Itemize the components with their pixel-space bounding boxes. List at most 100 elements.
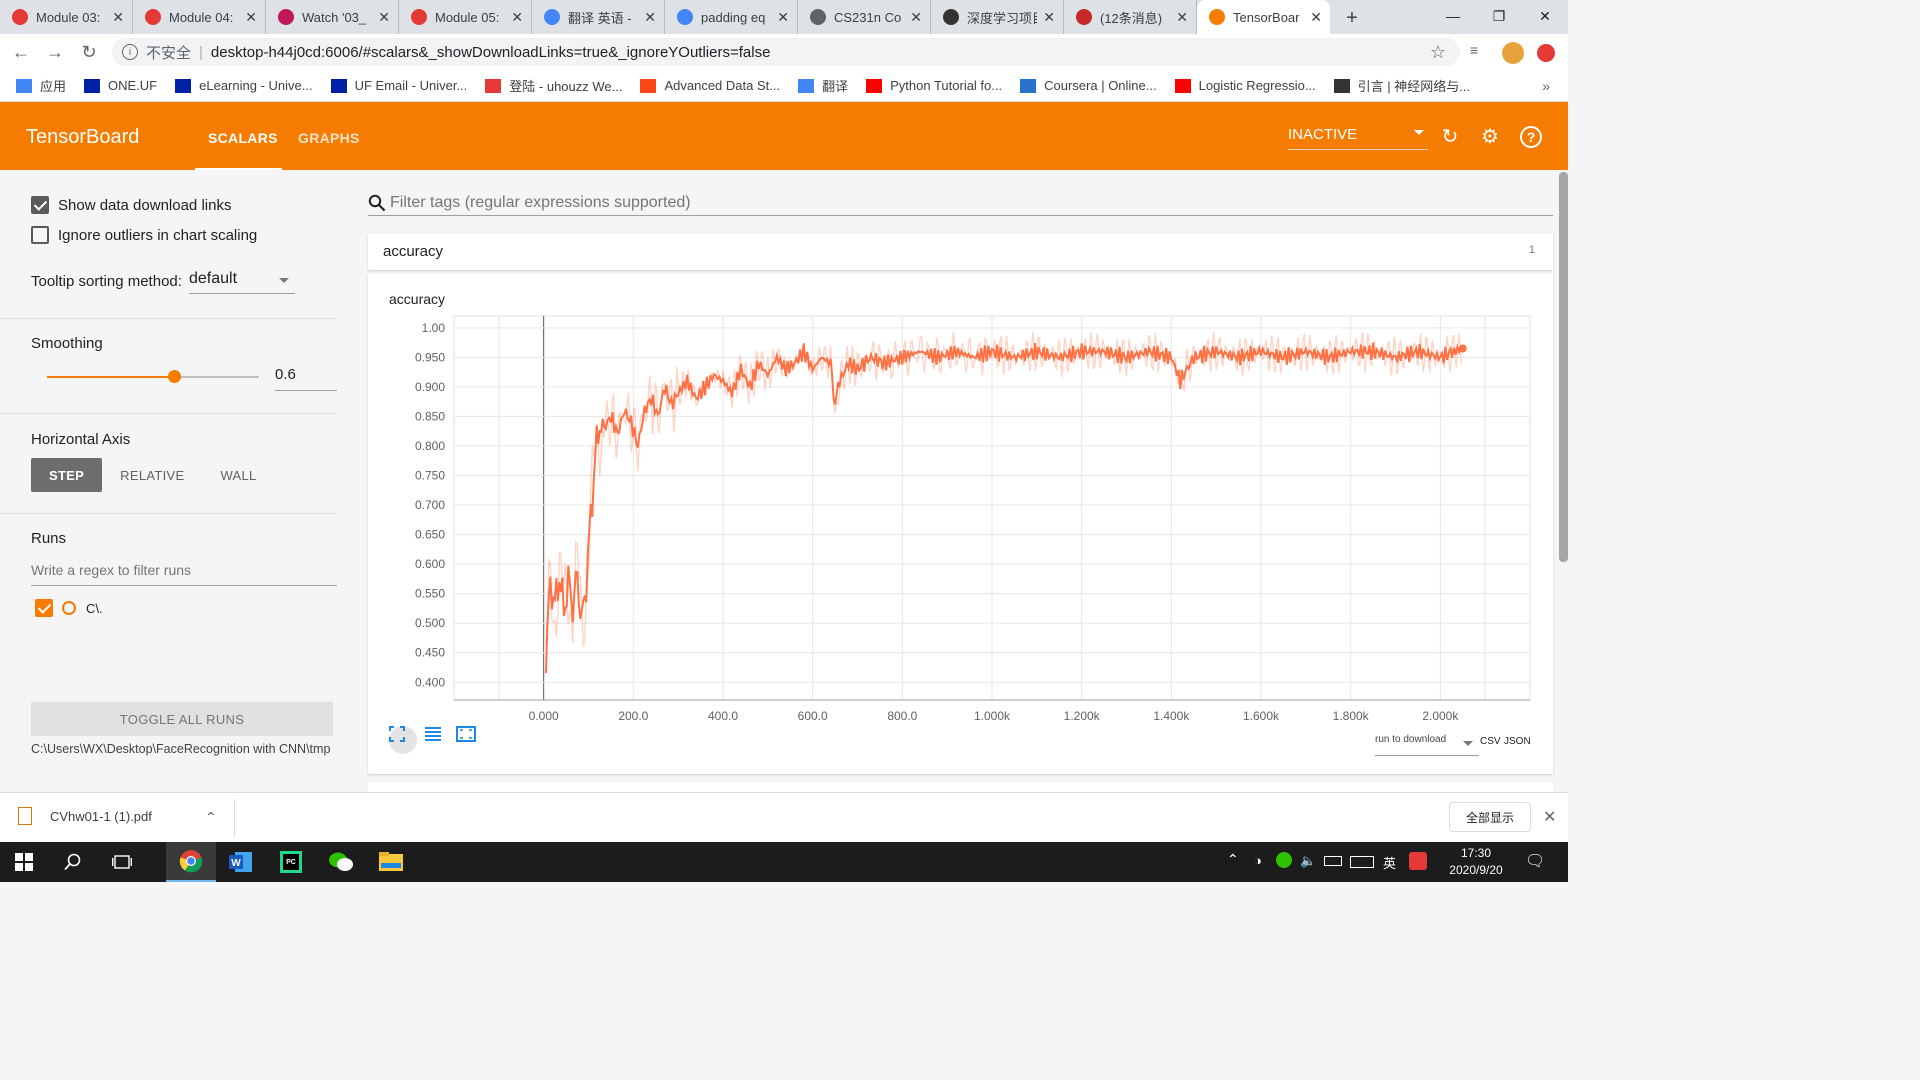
wechat-taskbar-icon[interactable]: [316, 842, 366, 882]
run-checkbox[interactable]: [35, 599, 53, 617]
sogou-ime-icon[interactable]: [1409, 852, 1427, 870]
show-all-downloads-button[interactable]: 全部显示: [1449, 802, 1531, 832]
tab-graphs[interactable]: GRAPHS: [298, 130, 360, 146]
bookmark-item[interactable]: UF Email - Univer...: [330, 78, 467, 93]
axis-relative-button[interactable]: RELATIVE: [102, 458, 202, 492]
bookmark-item[interactable]: Coursera | Online...: [1020, 78, 1157, 93]
tab-close-icon[interactable]: ✕: [378, 9, 390, 26]
bookmark-item[interactable]: ONE.UF: [84, 78, 157, 93]
browser-tab[interactable]: Watch '03_ ✕: [266, 0, 399, 34]
downloaded-file-item[interactable]: CVhw01-1 (1).pdf: [18, 807, 152, 825]
ignore-outliers-checkbox[interactable]: [31, 226, 49, 244]
smoothing-slider-handle[interactable]: [168, 370, 182, 383]
tab-close-icon[interactable]: ✕: [910, 9, 922, 26]
tab-close-icon[interactable]: ✕: [644, 9, 656, 26]
bookmark-star-icon[interactable]: ☆: [1430, 42, 1446, 63]
bookmark-item[interactable]: 应用: [16, 76, 66, 95]
bookmark-item[interactable]: Logistic Regressio...: [1174, 78, 1316, 93]
browser-tab[interactable]: (12条消息) ✕: [1064, 0, 1197, 34]
close-icon[interactable]: ✕: [1522, 0, 1568, 32]
more-bookmarks-icon[interactable]: »: [1542, 78, 1550, 94]
ime-language-indicator[interactable]: 英: [1383, 853, 1396, 872]
tab-close-icon[interactable]: ✕: [777, 9, 789, 26]
pycharm-taskbar-icon[interactable]: PC: [266, 842, 316, 882]
file-explorer-taskbar-icon[interactable]: [366, 842, 416, 882]
axis-wall-button[interactable]: WALL: [202, 458, 274, 492]
run-item[interactable]: C\.: [35, 599, 103, 617]
settings-gear-icon[interactable]: ⚙: [1479, 126, 1501, 148]
bookmark-item[interactable]: Advanced Data St...: [640, 78, 780, 93]
smoothing-slider[interactable]: [47, 370, 259, 383]
show-hidden-icons-chevron-icon[interactable]: ⌃: [1227, 851, 1239, 868]
bookmark-item[interactable]: 翻译: [798, 76, 848, 95]
toggle-log-scale-icon[interactable]: [424, 726, 452, 754]
inactive-dashboards-dropdown[interactable]: INACTIVE: [1288, 126, 1428, 150]
axis-step-button[interactable]: STEP: [31, 458, 103, 492]
toggle-all-runs-button[interactable]: TOGGLE ALL RUNS: [31, 702, 333, 736]
notifications-icon[interactable]: 🗨: [1525, 851, 1545, 871]
word-taskbar-icon[interactable]: W: [216, 842, 266, 882]
chrome-taskbar-icon[interactable]: [166, 842, 216, 882]
reload-icon[interactable]: ↻: [72, 42, 106, 63]
chevron-up-icon[interactable]: ⌃: [205, 809, 217, 826]
tab-close-icon[interactable]: ✕: [112, 9, 124, 26]
tab-close-icon[interactable]: ✕: [1310, 9, 1322, 26]
help-icon[interactable]: ?: [1520, 126, 1542, 148]
url-text[interactable]: desktop-h44j0cd:6006/#scalars&_showDownl…: [211, 44, 771, 61]
task-view-icon[interactable]: [110, 850, 134, 874]
run-color-swatch[interactable]: [62, 601, 76, 615]
tab-close-icon[interactable]: ✕: [511, 9, 523, 26]
forward-icon[interactable]: →: [38, 42, 72, 63]
app-tray-icon[interactable]: [1276, 852, 1292, 868]
maximize-icon[interactable]: ❐: [1476, 0, 1522, 32]
update-icon[interactable]: [1537, 44, 1555, 62]
category-header-accuracy[interactable]: accuracy 1: [368, 234, 1553, 270]
info-icon[interactable]: i: [122, 44, 138, 60]
volume-icon[interactable]: 🔈: [1300, 853, 1316, 869]
tab-close-icon[interactable]: ✕: [1043, 9, 1055, 26]
windows-start-icon[interactable]: [12, 850, 36, 874]
browser-tab[interactable]: 翻译 英语 - ✕: [532, 0, 665, 34]
run-download-select[interactable]: run to download: [1375, 734, 1479, 756]
browser-tab[interactable]: padding eq ✕: [665, 0, 798, 34]
fit-domain-icon[interactable]: [456, 726, 484, 754]
expand-chart-icon[interactable]: [389, 726, 417, 754]
tooltip-sorting-select[interactable]: default: [189, 270, 295, 294]
browser-tab[interactable]: Module 03: ✕: [0, 0, 133, 34]
browser-tab[interactable]: TensorBoar ✕: [1197, 0, 1330, 34]
bookmark-item[interactable]: 登陆 - uhouzz We...: [485, 76, 622, 95]
bookmark-item[interactable]: 引言 | 神经网络与...: [1333, 76, 1470, 95]
search-icon[interactable]: [61, 850, 85, 874]
tag-filter-input[interactable]: Filter tags (regular expressions support…: [368, 190, 1553, 216]
runs-filter-input[interactable]: Write a regex to filter runs: [31, 562, 337, 586]
new-tab-button[interactable]: +: [1336, 7, 1368, 30]
omnibox[interactable]: i 不安全 | desktop-h44j0cd:6006/#scalars&_s…: [112, 38, 1460, 66]
browser-tab[interactable]: CS231n Co ✕: [798, 0, 931, 34]
accuracy-chart[interactable]: 0.000 200.0 400.0 600.0 800.0 1.000k 1.200k 1.4…: [368, 274, 1553, 774]
bookmark-item[interactable]: eLearning - Unive...: [175, 78, 313, 93]
close-icon[interactable]: ✕: [1543, 807, 1556, 827]
refresh-icon[interactable]: ↻: [1439, 126, 1461, 148]
reading-list-icon[interactable]: ≡: [1470, 42, 1488, 60]
show-download-links-option[interactable]: Show data download links: [31, 196, 231, 214]
network-icon[interactable]: ◑: [1254, 853, 1262, 868]
smoothing-value-input[interactable]: 0.6: [275, 366, 337, 391]
tab-close-icon[interactable]: ✕: [245, 9, 257, 26]
keyboard-icon[interactable]: [1350, 856, 1374, 868]
download-json-link[interactable]: JSON: [1504, 736, 1531, 747]
page-scrollbar[interactable]: [1559, 172, 1568, 562]
tab-scalars[interactable]: SCALARS: [208, 130, 278, 146]
browser-tab[interactable]: 深度学习项目 ✕: [931, 0, 1064, 34]
back-icon[interactable]: ←: [4, 42, 38, 63]
minimize-icon[interactable]: —: [1430, 0, 1476, 32]
tab-close-icon[interactable]: ✕: [1176, 9, 1188, 26]
show-download-links-checkbox[interactable]: [31, 196, 49, 214]
browser-tab[interactable]: Module 04: ✕: [133, 0, 266, 34]
ignore-outliers-option[interactable]: Ignore outliers in chart scaling: [31, 226, 257, 244]
download-csv-link[interactable]: CSV: [1480, 736, 1501, 747]
browser-tab[interactable]: Module 05: ✕: [399, 0, 532, 34]
profile-avatar[interactable]: [1502, 42, 1524, 64]
bookmark-item[interactable]: Python Tutorial fo...: [866, 78, 1002, 93]
taskbar-clock[interactable]: 17:30 2020/9/20: [1440, 845, 1512, 879]
battery-icon[interactable]: [1324, 856, 1342, 866]
